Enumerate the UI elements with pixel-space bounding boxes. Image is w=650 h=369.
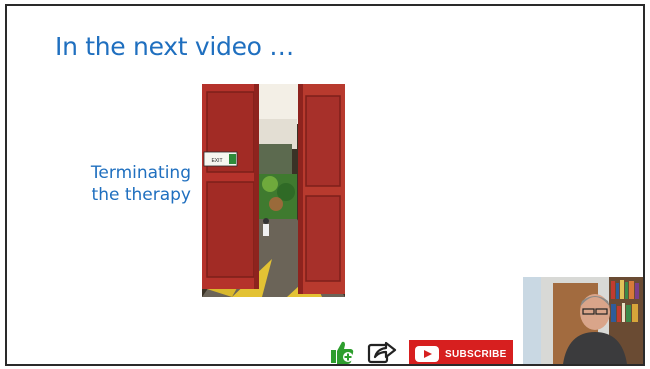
thumbs-up-icon[interactable]: [329, 339, 355, 365]
subscribe-label: SUBSCRIBE: [445, 348, 507, 360]
youtube-play-icon: [415, 346, 439, 362]
slide-title: In the next video …: [55, 32, 295, 61]
share-icon[interactable]: [367, 339, 397, 365]
open-door-photo: EXIT: [202, 84, 345, 297]
webcam-video: [523, 277, 643, 364]
subtitle-line-2: the therapy: [91, 185, 191, 205]
subscribe-button[interactable]: SUBSCRIBE: [409, 340, 513, 364]
slide: In the next video … Terminating the ther…: [5, 4, 645, 366]
subtitle-line-1: Terminating: [90, 163, 191, 183]
video-actions: SUBSCRIBE: [329, 339, 513, 365]
exit-sign-text: EXIT: [211, 158, 222, 164]
slide-subtitle: Terminating the therapy: [91, 162, 191, 206]
